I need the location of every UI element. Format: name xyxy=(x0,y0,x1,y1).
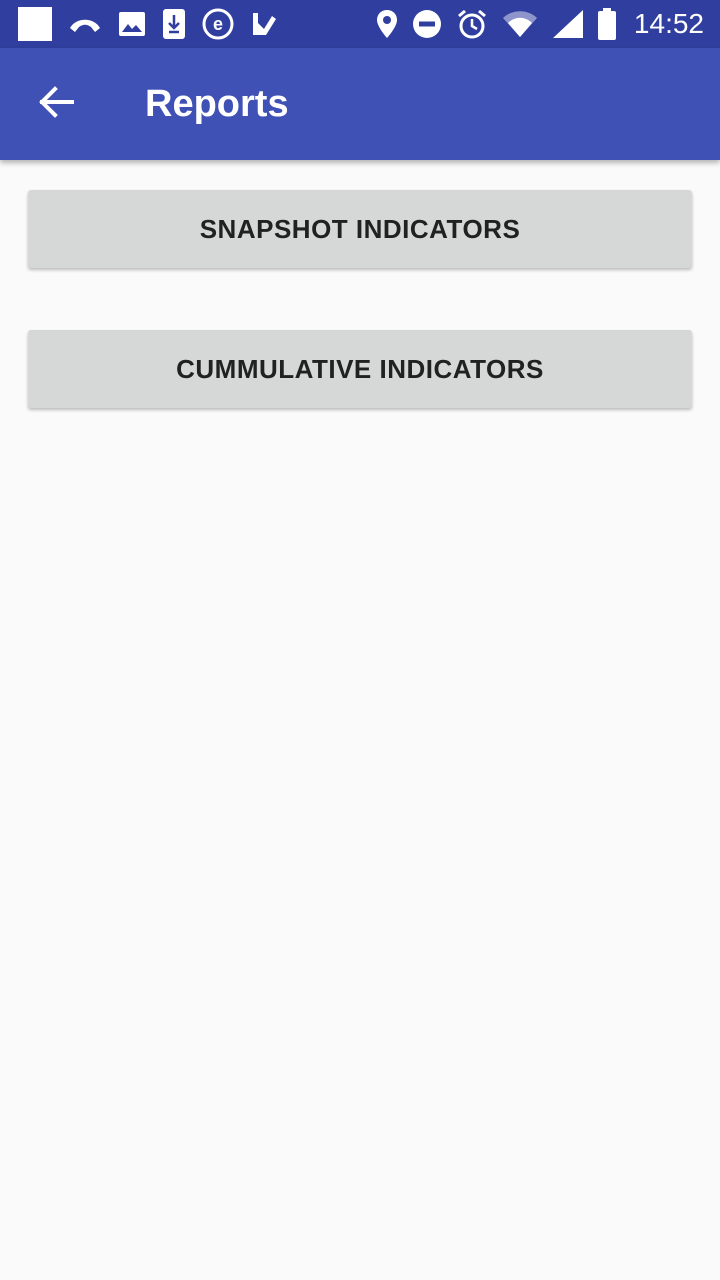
battery-icon xyxy=(597,8,616,40)
wifi-icon xyxy=(502,10,538,38)
snapshot-indicators-button[interactable]: SNAPSHOT INDICATORS xyxy=(28,190,692,268)
location-icon xyxy=(376,9,398,39)
page-title: Reports xyxy=(145,82,289,125)
image-icon xyxy=(118,11,146,37)
do-not-disturb-icon xyxy=(412,9,442,39)
back-button[interactable] xyxy=(0,48,112,160)
alarm-icon xyxy=(456,8,488,40)
app-bar: Reports xyxy=(0,48,720,160)
check-app-icon xyxy=(250,10,278,38)
svg-text:e: e xyxy=(213,14,223,34)
status-time: 14:52 xyxy=(633,8,704,39)
signal-icon xyxy=(552,9,584,39)
status-bar: e 14:52 xyxy=(0,0,720,48)
download-icon xyxy=(162,8,186,40)
status-bar-notifications: e xyxy=(18,7,294,41)
cummulative-indicators-button[interactable]: CUMMULATIVE INDICATORS xyxy=(28,330,692,408)
e-app-icon: e xyxy=(202,8,234,40)
square-notification-icon xyxy=(18,7,52,41)
status-bar-system: 14:52 xyxy=(362,8,704,40)
back-arrow-icon xyxy=(38,85,74,123)
missed-call-icon xyxy=(68,14,102,34)
